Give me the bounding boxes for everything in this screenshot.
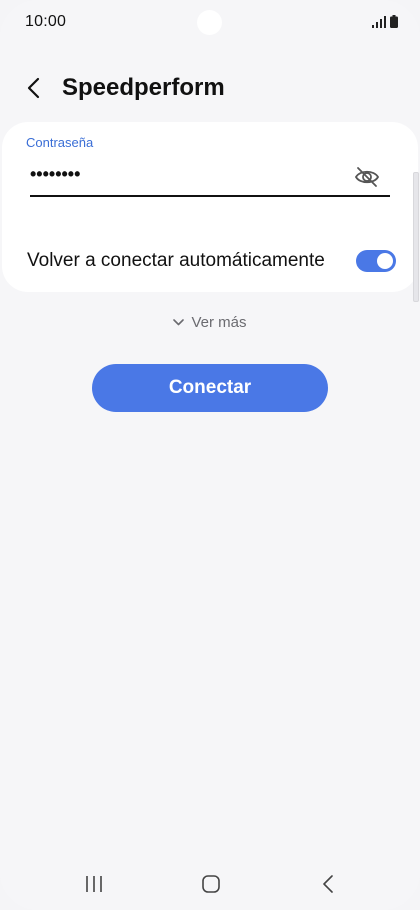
camera-cutout xyxy=(197,10,222,35)
signal-icon xyxy=(372,16,386,28)
back-icon[interactable] xyxy=(317,872,341,896)
password-value[interactable]: •••••••• xyxy=(30,164,80,185)
status-icons xyxy=(372,15,398,28)
phone-screen: 10:00 Speedperform Contraseña •••••••• V… xyxy=(0,0,420,910)
toggle-knob xyxy=(377,253,393,269)
see-more-label: Ver más xyxy=(191,314,247,331)
eye-off-icon[interactable] xyxy=(354,164,380,190)
password-underline xyxy=(30,195,390,197)
status-time: 10:00 xyxy=(25,13,67,30)
chevron-down-icon xyxy=(173,319,185,326)
battery-icon xyxy=(390,15,398,28)
settings-card: Contraseña •••••••• Volver a conectar au… xyxy=(2,122,418,292)
auto-reconnect-toggle[interactable] xyxy=(356,250,396,272)
connect-button[interactable]: Conectar xyxy=(92,364,328,412)
header: Speedperform xyxy=(0,68,420,110)
see-more-button[interactable]: Ver más xyxy=(0,314,420,331)
back-arrow-icon[interactable] xyxy=(22,76,46,100)
auto-reconnect-row[interactable]: Volver a conectar automáticamente xyxy=(2,240,418,280)
auto-reconnect-label: Volver a conectar automáticamente xyxy=(27,250,325,271)
status-bar: 10:00 xyxy=(0,0,420,44)
scroll-indicator[interactable] xyxy=(413,172,419,302)
recent-apps-icon[interactable] xyxy=(82,872,106,896)
navigation-bar xyxy=(0,864,420,904)
password-label: Contraseña xyxy=(26,135,94,150)
home-icon[interactable] xyxy=(199,872,223,896)
password-field[interactable]: •••••••• xyxy=(30,160,390,196)
page-title: Speedperform xyxy=(62,74,225,101)
